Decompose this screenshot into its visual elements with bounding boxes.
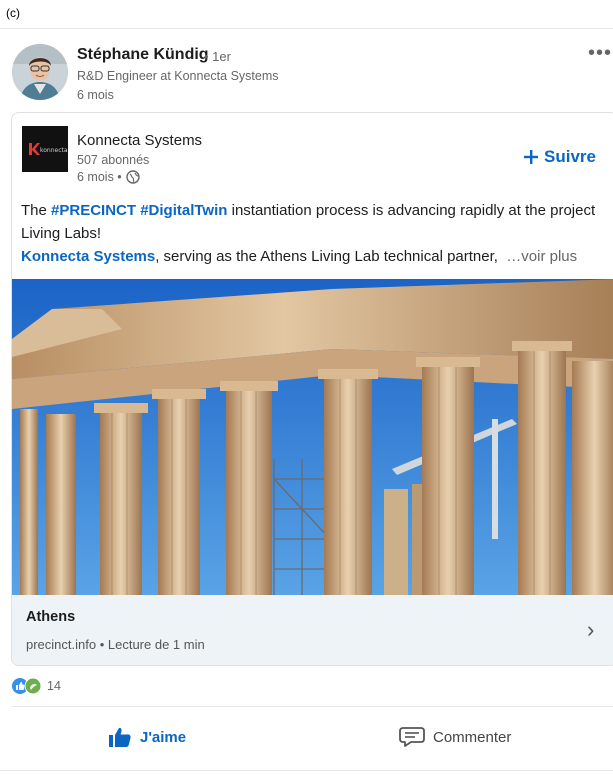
support-icon	[25, 678, 41, 694]
author-photo	[12, 44, 68, 100]
figure-label: (c)	[6, 6, 20, 20]
thumbs-up-icon	[109, 727, 131, 747]
comment-icon	[399, 727, 425, 747]
post-text-segment: , serving as the Athens Living Lab techn…	[155, 248, 498, 265]
company-post-time: 6 mois •	[77, 170, 122, 184]
globe-icon	[125, 170, 140, 184]
plus-icon	[524, 150, 538, 164]
shared-post-card: konnecta Konnecta Systems 507 abonnés 6 …	[11, 112, 613, 666]
article-image[interactable]	[12, 279, 613, 595]
chevron-right-icon: ›	[587, 617, 595, 642]
divider	[0, 28, 613, 29]
more-options-button[interactable]: •••	[588, 42, 612, 65]
company-mention-link[interactable]: Konnecta Systems	[21, 248, 155, 265]
hashtag-precinct[interactable]: #PRECINCT	[51, 202, 136, 219]
author-headline: R&D Engineer at Konnecta Systems	[77, 69, 279, 83]
follow-label: Suivre	[544, 147, 596, 166]
post-body: The #PRECINCT #DigitalTwin instantiation…	[21, 199, 611, 268]
svg-text:konnecta: konnecta	[40, 147, 68, 154]
divider	[12, 706, 613, 707]
reaction-count: 14	[47, 679, 61, 693]
reactions-summary[interactable]: 14	[12, 678, 61, 694]
follow-button[interactable]: Suivre	[524, 147, 596, 167]
author-avatar[interactable]	[12, 44, 68, 100]
comment-button[interactable]: Commenter	[399, 726, 511, 748]
post-text-segment: The	[21, 202, 52, 219]
ellipsis-icon: •••	[588, 42, 613, 64]
like-label: J'aime	[140, 728, 187, 746]
like-button[interactable]: J'aime	[108, 726, 186, 748]
article-source: precinct.info • Lecture de 1 min	[26, 637, 205, 652]
divider	[0, 770, 613, 771]
article-link-preview[interactable]: Athens precinct.info • Lecture de 1 min …	[12, 595, 613, 665]
article-title: Athens	[26, 609, 76, 625]
hashtag-digitaltwin[interactable]: #DigitalTwin	[140, 202, 227, 219]
konnecta-logo: konnecta	[22, 126, 68, 172]
connection-degree: • 1er	[204, 49, 231, 64]
comment-label: Commenter	[433, 728, 512, 746]
company-logo[interactable]: konnecta	[22, 126, 68, 172]
author-name[interactable]: Stéphane Kündig	[77, 46, 209, 64]
company-name[interactable]: Konnecta Systems	[77, 132, 202, 149]
post-age: 6 mois	[77, 88, 114, 102]
company-followers: 507 abonnés	[77, 153, 150, 167]
see-more-link[interactable]: …voir plus	[506, 248, 577, 265]
company-post-age: 6 mois •	[77, 170, 140, 184]
